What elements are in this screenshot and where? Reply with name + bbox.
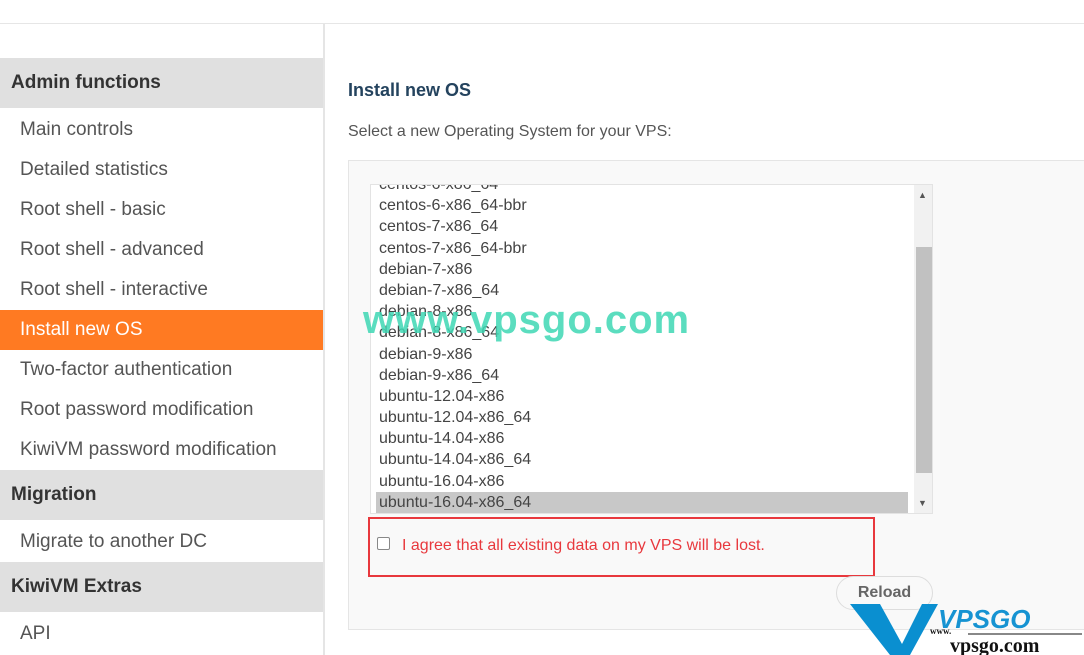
os-option[interactable]: ubuntu-14.04-x86_64 [376,449,908,470]
svg-text:vpsgo.com: vpsgo.com [950,635,1040,655]
sidebar-section-header: KiwiVM Extras [0,562,323,612]
vpsgo-logo: VPSGO www. vpsgo.com [850,604,1082,655]
os-option[interactable]: centos-6-x86_64-bbr [376,195,908,216]
sidebar-item-main-controls[interactable]: Main controls [0,110,323,150]
sidebar-section-header: Migration [0,470,323,520]
page-title: Install new OS [348,80,472,100]
os-option[interactable]: debian-9-x86 [376,344,908,365]
os-select-list[interactable]: centos-6-x86_64 centos-6-x86_64-bbr centos… [370,184,933,514]
scroll-up-icon[interactable]: ▲ [918,190,927,200]
scroll-down-icon[interactable]: ▼ [918,498,927,508]
os-option[interactable]: ubuntu-16.04-x86 [376,471,908,492]
os-option[interactable]: centos-7-x86_64-bbr [376,238,908,259]
sidebar-item-install-new-os[interactable]: Install new OS [0,310,323,350]
sidebar-item-root-shell-interactive[interactable]: Root shell - interactive [0,270,323,310]
top-bar [0,0,1084,24]
sidebar-item-root-shell-advanced[interactable]: Root shell - advanced [0,230,323,270]
os-option[interactable]: centos-7-x86_64 [376,216,908,237]
agree-checkbox[interactable] [377,537,390,550]
os-option[interactable]: ubuntu-14.04-x86 [376,428,908,449]
sidebar-item-detailed-statistics[interactable]: Detailed statistics [0,150,323,190]
sidebar-item-kiwivm-password-modification[interactable]: KiwiVM password modification [0,430,323,470]
page-subtitle: Select a new Operating System for your V… [348,123,672,140]
sidebar-item-api[interactable]: API [0,614,323,654]
agree-box: I agree that all existing data on my VPS… [368,517,875,577]
svg-text:VPSGO: VPSGO [938,604,1030,634]
os-option[interactable]: ubuntu-12.04-x86 [376,386,908,407]
os-option[interactable]: ubuntu-12.04-x86_64 [376,407,908,428]
agree-label[interactable]: I agree that all existing data on my VPS… [402,537,765,555]
scrollbar-thumb[interactable] [916,247,932,473]
sidebar-item-two-factor-authentication[interactable]: Two-factor authentication [0,350,323,390]
sidebar: Admin functions Main controls Detailed sta… [0,24,325,655]
os-option[interactable]: centos-6-x86_64 [376,185,908,195]
os-option[interactable]: ubuntu-16.04-x86_64 [376,491,908,513]
os-option[interactable]: debian-9-x86_64 [376,365,908,386]
sidebar-item-root-password-modification[interactable]: Root password modification [0,390,323,430]
watermark-text: www.vpsgo.com [363,298,691,342]
svg-text:www.: www. [930,626,951,636]
sidebar-item-migrate-to-another-dc[interactable]: Migrate to another DC [0,522,323,562]
sidebar-section-header: Admin functions [0,58,323,108]
scrollbar[interactable]: ▲ ▼ [914,185,932,513]
os-option[interactable]: debian-7-x86 [376,259,908,280]
sidebar-item-root-shell-basic[interactable]: Root shell - basic [0,190,323,230]
